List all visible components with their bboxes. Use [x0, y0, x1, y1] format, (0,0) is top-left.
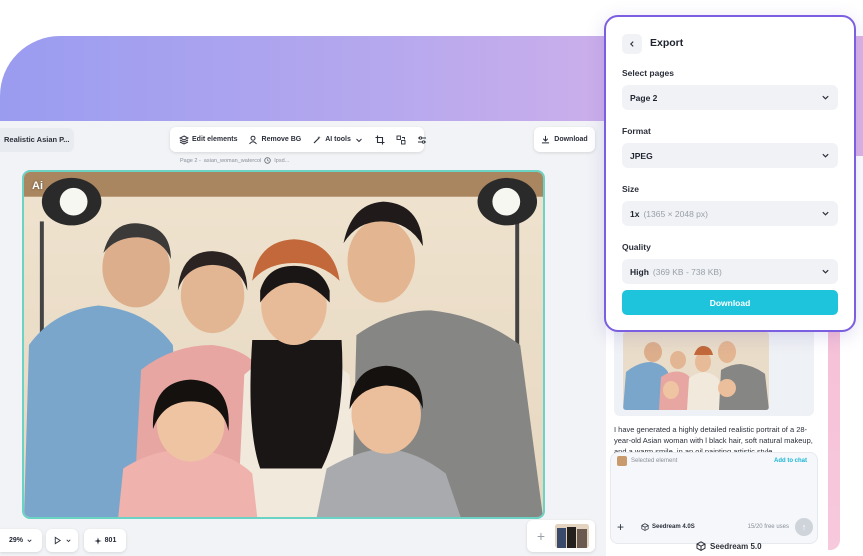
ai-tools-button[interactable]: AI tools — [307, 130, 369, 149]
format-value: JPEG — [630, 150, 653, 161]
crop-button[interactable] — [371, 130, 390, 149]
selected-element-thumbnail — [617, 456, 627, 466]
file-suffix: Ipsd... — [274, 157, 290, 164]
chevron-down-icon — [822, 95, 829, 100]
credits-value: 801 — [104, 537, 117, 544]
composer-controls: + Seedream 4.0S 15/20 free uses ↑ — [617, 518, 813, 536]
page-thumbnail[interactable] — [555, 524, 589, 548]
size-value: 1x — [630, 208, 640, 219]
chat-generated-image[interactable] — [623, 332, 769, 410]
chevron-down-icon — [65, 539, 71, 543]
design-canvas[interactable] — [22, 170, 545, 519]
model-selector[interactable]: Seedream 4.0S — [641, 523, 695, 531]
chevron-down-icon — [822, 153, 829, 158]
selected-element-label: Selected element — [631, 458, 678, 464]
select-pages-value: Page 2 — [630, 92, 658, 103]
size-dropdown[interactable]: 1x (1365 × 2048 px) — [622, 201, 838, 226]
model-footer: Seedream 5.0 — [696, 541, 762, 551]
app-root: Realistic Asian P... Edit elements Remov… — [0, 0, 863, 556]
chat-message: I have generated a highly detailed reali… — [614, 425, 813, 454]
add-to-chat-link[interactable]: Add to chat — [774, 458, 807, 464]
chevron-left-icon — [630, 41, 634, 47]
cube-icon — [696, 541, 706, 551]
flip-button[interactable] — [392, 130, 411, 149]
refresh-icon — [264, 157, 272, 164]
chevron-down-icon — [354, 134, 365, 145]
play-icon — [54, 536, 61, 545]
export-download-button[interactable]: Download — [622, 290, 838, 315]
select-pages-label: Select pages — [622, 68, 674, 78]
present-control[interactable] — [46, 529, 78, 552]
model-name: Seedream 4.0S — [652, 524, 695, 530]
page-label: Page 2 - — [180, 157, 201, 164]
chevron-down-icon — [822, 211, 829, 216]
download-icon — [542, 135, 550, 144]
chevron-down-icon — [822, 269, 829, 274]
family-photo[interactable] — [24, 172, 543, 517]
quality-value: High — [630, 266, 649, 277]
crop-icon — [375, 134, 386, 145]
send-button[interactable]: ↑ — [795, 518, 813, 536]
quality-label: Quality — [622, 242, 651, 252]
ai-badge: Ai — [32, 180, 43, 192]
zoom-control[interactable]: 29% — [0, 529, 42, 552]
download-button[interactable]: Download — [534, 127, 595, 152]
chevron-down-icon — [27, 539, 32, 543]
page-thumbnails: + — [527, 520, 595, 552]
remove-bg-button[interactable]: Remove BG — [244, 130, 306, 149]
image-toolbar: Edit elements Remove BG AI tools — [170, 127, 427, 152]
quality-detail: (369 KB - 738 KB) — [652, 266, 722, 277]
quality-dropdown[interactable]: High (369 KB - 738 KB) — [622, 259, 838, 284]
add-page-button[interactable]: + — [531, 525, 551, 547]
layers-icon — [178, 134, 189, 145]
edit-elements-button[interactable]: Edit elements — [174, 130, 242, 149]
cube-icon — [641, 523, 649, 531]
format-label: Format — [622, 126, 651, 136]
export-panel: Export Select pages Page 2 Format JPEG S… — [604, 15, 856, 332]
usage-count: 15/20 free uses — [747, 524, 789, 530]
person-icon — [248, 134, 259, 145]
footer-model-name: Seedream 5.0 — [710, 541, 762, 551]
flip-icon — [396, 134, 407, 145]
download-label: Download — [554, 136, 588, 143]
remove-bg-label: Remove BG — [261, 136, 302, 143]
sparkle-icon — [94, 536, 102, 545]
size-label: Size — [622, 184, 640, 194]
select-pages-dropdown[interactable]: Page 2 — [622, 85, 838, 110]
magic-wand-icon — [311, 134, 322, 145]
design-title[interactable]: Realistic Asian P... — [0, 128, 74, 152]
selected-element-chip: Selected element — [617, 456, 677, 466]
format-dropdown[interactable]: JPEG — [622, 143, 838, 168]
page-indicator: Page 2 - asian_woman_watercol Ipsd... — [180, 157, 289, 164]
size-detail: (1365 × 2048 px) — [643, 208, 708, 219]
sliders-icon — [417, 134, 428, 145]
file-name: asian_woman_watercol — [203, 157, 262, 164]
edit-elements-label: Edit elements — [192, 136, 238, 143]
zoom-value: 29% — [8, 537, 23, 544]
export-title: Export — [650, 37, 684, 49]
credits-counter[interactable]: 801 — [84, 529, 126, 552]
plus-icon[interactable]: + — [617, 520, 629, 534]
back-button[interactable] — [622, 34, 642, 54]
ai-tools-label: AI tools — [325, 136, 351, 143]
adjust-button[interactable] — [413, 130, 432, 149]
